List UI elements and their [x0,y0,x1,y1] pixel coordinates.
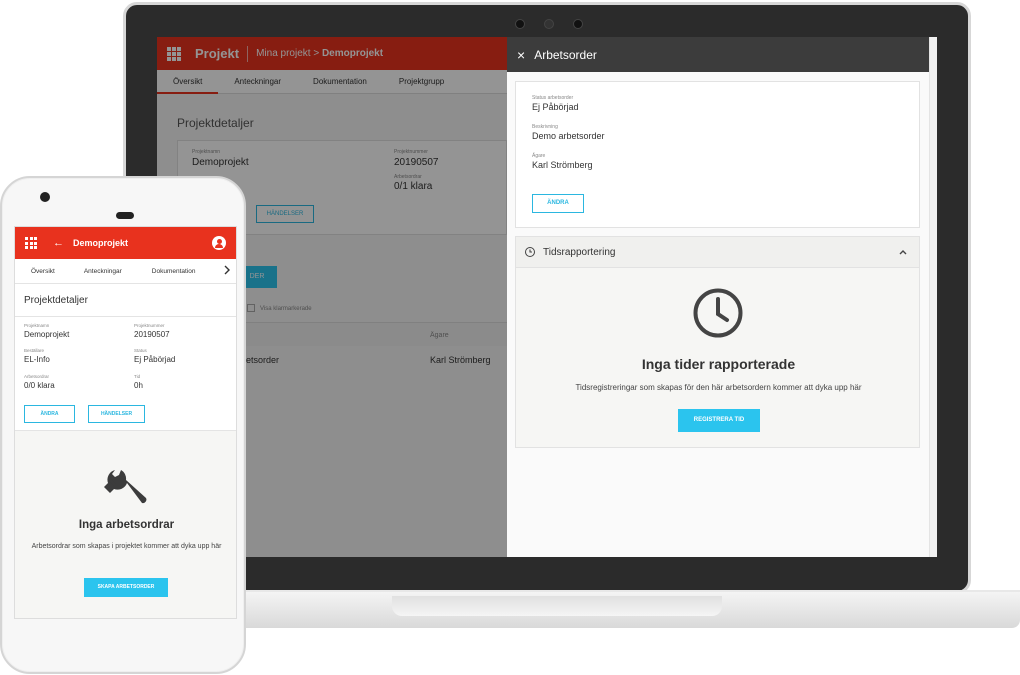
chevron-right-icon[interactable] [224,265,230,278]
wrench-icon [102,467,148,518]
workorders-label: Arbetsordrar [24,374,50,379]
project-name-value: Demoprojekt [24,330,70,339]
laptop-screen: Projekt Mina projekt > Demoprojekt Övers… [157,37,937,557]
tab-anteckningar[interactable]: Anteckningar [68,268,135,275]
workorder-panel: × Arbetsorder Status arbetsorder Ej Påbö… [507,37,937,557]
owner-label: Ägare [532,153,546,159]
close-icon[interactable]: × [517,47,525,63]
clock-large-icon [692,287,744,344]
time-reporting-header[interactable]: Tidsrapportering [516,237,919,268]
status-value: Ej Påbörjad [134,355,176,364]
phone-app-header: ← Demoprojekt [15,227,236,259]
laptop-notch [392,596,722,616]
panel-title: Arbetsorder [534,47,597,62]
panel-scrollbar[interactable] [929,37,937,557]
section-title: Projektdetaljer [15,284,236,317]
empty-state-title: Inga arbetsordrar [78,519,175,531]
chevron-up-icon[interactable] [899,247,907,258]
project-number-label: Projektnummer [134,323,165,328]
time-reporting-section: Tidsrapportering Inga tider rapporterade… [515,236,920,448]
phone-camera [40,192,50,202]
account-icon[interactable] [212,236,226,250]
phone-speaker [116,212,134,219]
panel-header: × Arbetsorder [507,37,937,72]
time-value: 0h [134,381,143,390]
status-value: Ej Påbörjad [532,102,579,112]
description-value: Demo arbetsorder [532,131,605,141]
laptop-camera [573,19,583,29]
empty-state-text: Arbetsordrar som skapas i projektet komm… [31,543,222,550]
time-reporting-title: Tidsrapportering [543,246,616,258]
tab-dokumentation[interactable]: Dokumentation [135,268,209,275]
status-label: Status [134,348,147,353]
tab-oversikt[interactable]: Översikt [15,268,68,275]
empty-state-text: Tidsregistreringar som skapas för den hä… [575,383,862,392]
phone-header-title: Demoprojekt [73,238,129,248]
description-label: Beskrivning [532,124,558,130]
workorder-details-card: Status arbetsorder Ej Påbörjad Beskrivni… [515,81,920,228]
laptop-camera [515,19,525,29]
phone-tabs: Översikt Anteckningar Dokumentation [15,259,236,284]
apps-grid-icon[interactable] [25,237,37,249]
project-number-value: 20190507 [134,330,170,339]
client-value: EL-Info [24,355,50,364]
phone-frame: ← Demoprojekt Översikt Anteckningar Doku… [0,176,246,674]
phone-screen: ← Demoprojekt Översikt Anteckningar Doku… [14,226,237,619]
client-label: Beställare [24,348,45,353]
register-time-button[interactable]: REGISTRERA TID [678,409,760,432]
create-workorder-button[interactable]: SKAPA ARBETSORDER [84,578,168,597]
workorders-value: 0/0 klara [24,381,55,390]
empty-workorders-section: Inga arbetsordrar Arbetsordrar som skapa… [15,430,236,618]
time-label: Tid [134,374,141,379]
owner-value: Karl Strömberg [532,160,593,170]
status-label: Status arbetsorder [532,95,574,101]
laptop-camera [544,19,554,29]
empty-state-title: Inga tider rapporterade [641,356,796,372]
project-name-label: Projektnamn [24,323,50,328]
back-arrow-icon[interactable]: ← [53,237,64,249]
edit-button[interactable]: ÄNDRA [532,194,584,213]
edit-button[interactable]: ÄNDRA [24,405,75,423]
events-button[interactable]: HÄNDELSER [88,405,145,423]
clock-icon [525,247,535,257]
